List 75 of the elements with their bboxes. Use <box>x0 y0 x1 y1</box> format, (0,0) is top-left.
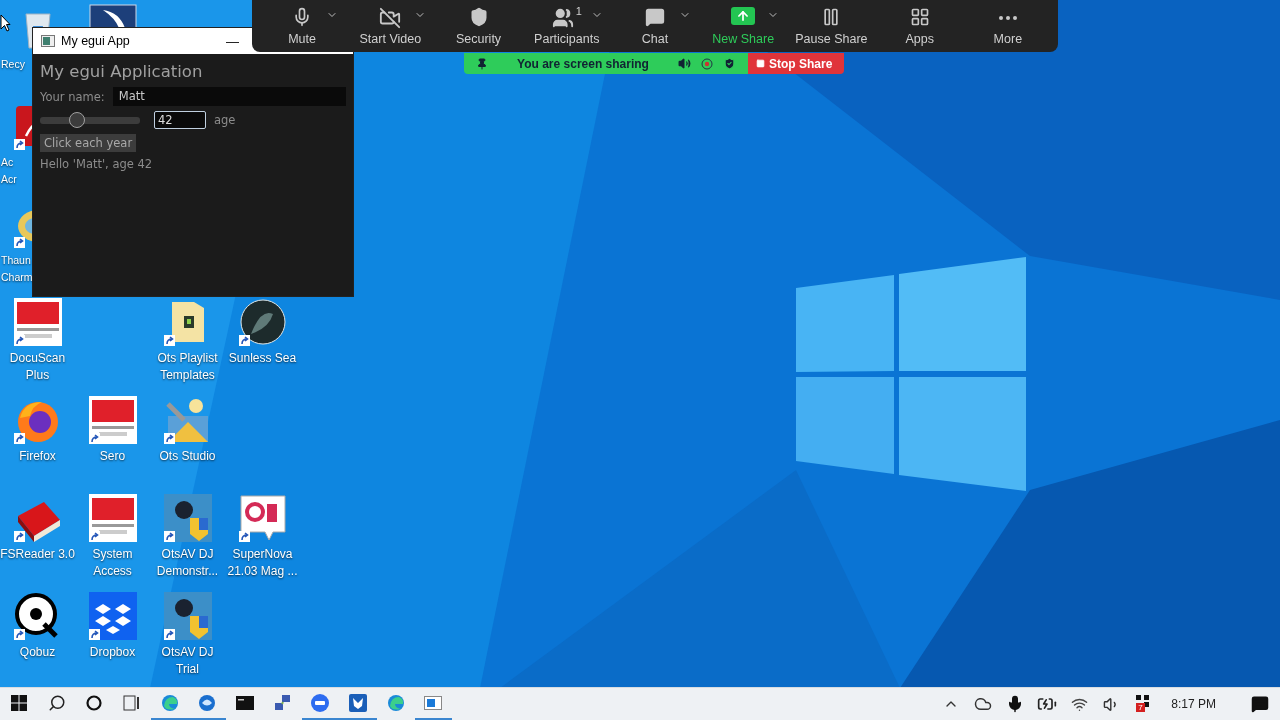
speech-bubble-icon <box>238 494 287 542</box>
shield-app-icon <box>163 494 212 542</box>
tray-button[interactable]: 7 <box>1127 688 1160 720</box>
stop-square-icon <box>756 59 765 68</box>
toolbar-button[interactable]: Chat <box>610 0 700 52</box>
desktop-icon-label[interactable]: FSReader 3.0 <box>0 546 75 563</box>
desktop-icon-label[interactable]: OtsAV DJ Demonstr... <box>156 546 219 580</box>
count-badge: 7 <box>1136 703 1145 712</box>
toolbar-button[interactable]: New Share <box>699 0 788 52</box>
desktop-icon-label[interactable]: SuperNova 21.03 Mag ... <box>227 546 298 580</box>
desktop-icon-label[interactable]: Recy <box>0 56 25 73</box>
shield-check-icon <box>723 57 736 70</box>
participant-count: 1 <box>575 4 582 17</box>
video-app-icon <box>310 693 331 713</box>
notification-icon <box>1251 695 1269 713</box>
toolbar-button[interactable]: Security <box>434 0 523 52</box>
apps-icon <box>909 6 930 27</box>
toolbar-button[interactable]: More <box>963 0 1052 52</box>
logo-icon <box>88 396 137 444</box>
desktop-icon-label[interactable]: Thaun Charm <box>0 252 33 286</box>
fox-app-icon <box>349 694 368 712</box>
box-icon <box>88 592 137 640</box>
desktop-icon-label[interactable]: Ac Acr <box>0 154 17 188</box>
desktop-icon-label[interactable]: System Access <box>92 546 133 580</box>
sharing-status: You are screen sharing <box>516 56 650 71</box>
logo-icon <box>13 298 62 346</box>
age-field[interactable]: 42 <box>154 111 206 129</box>
task-view-icon <box>123 695 141 711</box>
name-field[interactable]: Matt <box>112 87 346 106</box>
record-icon <box>701 57 713 70</box>
desktop-icon-label[interactable]: DocuScan Plus <box>9 350 66 384</box>
cloud-icon <box>974 695 993 713</box>
logo-icon <box>88 494 137 542</box>
slider-thumb[interactable] <box>69 111 85 128</box>
app-heading: My egui Application <box>40 62 204 81</box>
toolbar-button[interactable]: Start Video <box>346 0 435 52</box>
toolbar-button[interactable]: Mute <box>258 0 347 52</box>
desktop-icon-label[interactable]: Ots Playlist Templates <box>157 350 218 384</box>
speaker-icon <box>678 57 691 70</box>
toolbar-button[interactable]: 1 Participants <box>522 0 611 52</box>
clock[interactable]: 8:17 PM <box>1171 697 1216 711</box>
toolbar-button[interactable]: Pause Share <box>787 0 876 52</box>
app-icon <box>41 35 55 47</box>
mouse-pointer-icon <box>0 14 11 32</box>
bird-app-icon <box>198 694 217 712</box>
click-each-year-button[interactable]: Click each year <box>40 134 137 152</box>
round-app-icon <box>238 298 287 346</box>
name-label: Your name: <box>40 89 105 104</box>
desktop-icon-label[interactable]: Dropbox <box>89 644 136 661</box>
speech-bubble-icon <box>645 6 665 27</box>
camera-off-icon <box>379 6 402 29</box>
stop-share-button[interactable]: Stop Share <box>748 53 844 74</box>
window-icon <box>424 696 443 710</box>
more-icon <box>998 15 1017 20</box>
shield-app-icon <box>163 592 212 640</box>
windows-start-icon <box>10 695 27 711</box>
desktop-icon-label[interactable]: Sero <box>99 448 126 465</box>
browser-icon <box>386 694 405 712</box>
network-icon <box>273 694 292 712</box>
desktop-icon-label[interactable]: Firefox <box>19 448 56 465</box>
people-icon <box>551 6 574 29</box>
browser-icon <box>160 694 179 712</box>
pin-icon <box>476 57 488 70</box>
toolbar-button[interactable]: Apps <box>875 0 964 52</box>
desktop-icon-label[interactable]: Qobuz <box>19 644 56 661</box>
circle-icon <box>86 695 103 711</box>
age-label: age <box>214 113 236 127</box>
desktop-icon-label[interactable]: OtsAV DJ Trial <box>161 644 214 678</box>
desktop-icon-label[interactable]: Sunless Sea <box>228 350 297 367</box>
desktop-icon-label[interactable]: Ots Studio <box>159 448 216 465</box>
window-title: My egui App <box>61 34 131 48</box>
terminal-icon <box>235 696 254 710</box>
greeting-text: Hello 'Matt', age 42 <box>40 157 154 171</box>
search-icon <box>47 694 66 712</box>
minimize-button[interactable]: — <box>226 33 239 49</box>
